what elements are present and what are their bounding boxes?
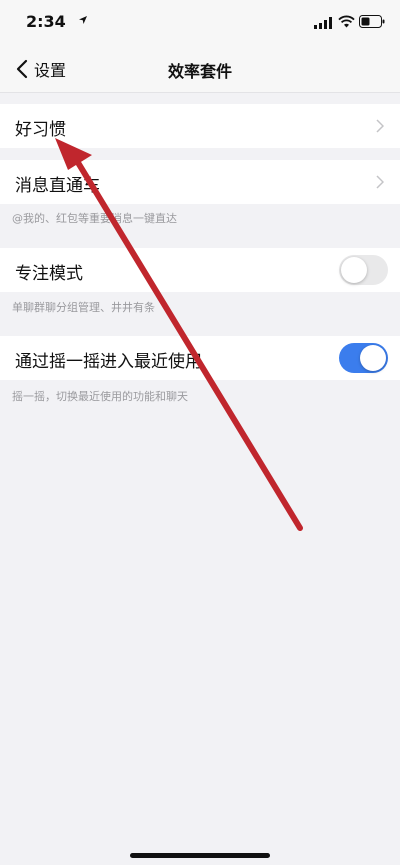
- chevron-right-icon: [376, 175, 384, 189]
- row-hint-shake-recent: 摇一摇，切换最近使用的功能和聊天: [12, 390, 188, 403]
- wifi-icon: [338, 15, 355, 28]
- toggle-knob: [341, 257, 367, 283]
- chevron-right-icon: [376, 119, 384, 133]
- row-label: 好习惯: [15, 120, 66, 140]
- chevron-left-icon: [16, 59, 28, 79]
- toggle-knob: [360, 345, 386, 371]
- battery-icon: [359, 15, 385, 28]
- settings-row-focus-mode: 专注模式: [0, 248, 400, 292]
- shake-recent-toggle[interactable]: [339, 343, 388, 373]
- status-time: 2:34: [26, 12, 66, 31]
- row-hint-message-express: @我的、红包等重要消息一键直达: [12, 212, 177, 225]
- location-arrow-icon: [79, 16, 87, 24]
- row-label: 消息直通车: [15, 176, 100, 196]
- settings-row-message-express[interactable]: 消息直通车: [0, 160, 400, 204]
- signal-icon: [314, 17, 332, 29]
- navigation-bar: 效率套件 设置: [0, 46, 400, 93]
- home-indicator: [130, 853, 270, 858]
- row-hint-focus-mode: 单聊群聊分组管理、井井有条: [12, 301, 155, 314]
- back-button[interactable]: 设置: [16, 54, 66, 84]
- status-bar: 2:34: [0, 0, 400, 46]
- back-button-label: 设置: [34, 61, 67, 80]
- focus-mode-toggle[interactable]: [339, 255, 388, 285]
- settings-row-shake-recent: 通过摇一摇进入最近使用: [0, 336, 400, 380]
- row-label: 通过摇一摇进入最近使用: [15, 352, 202, 372]
- row-label: 专注模式: [15, 264, 83, 284]
- settings-row-good-habits[interactable]: 好习惯: [0, 104, 400, 148]
